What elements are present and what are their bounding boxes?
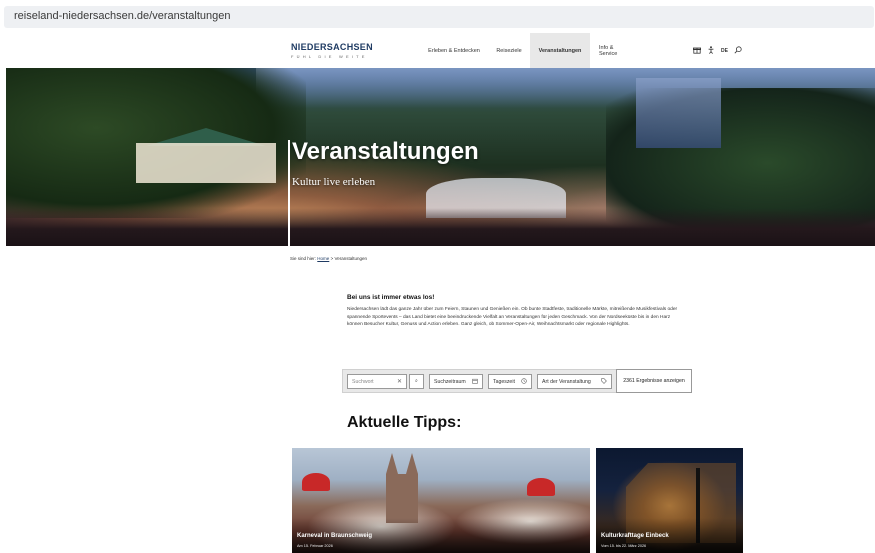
breadcrumb-home-link[interactable]: Home <box>317 256 329 261</box>
search-icon[interactable] <box>734 46 742 56</box>
keyword-placeholder: Suchwort <box>352 378 374 385</box>
card-image-hat <box>527 478 555 496</box>
intro-heading: Bei uns ist immer etwas los! <box>347 294 435 301</box>
nav-item-erleben[interactable]: Erleben & Entdecken <box>418 33 490 68</box>
accessibility-icon[interactable] <box>707 46 715 56</box>
breadcrumb-prefix: Sie sind hier: <box>290 256 317 261</box>
breadcrumb-current: Veranstaltungen <box>334 256 367 261</box>
tip-card-title[interactable]: Kulturkrafttage Einbeck <box>601 533 669 539</box>
card-image-church <box>386 453 418 523</box>
intro-text: Niedersachsen lädt das ganze Jahr über z… <box>347 307 678 328</box>
hero-banner: Veranstaltungen Kultur live erleben <box>6 68 875 246</box>
tip-card-date: Am 15. Februar 2026 <box>297 544 333 548</box>
period-select[interactable]: Suchzeitraum <box>429 374 483 389</box>
card-image-hat <box>302 473 330 491</box>
breadcrumb-separator: > <box>330 256 334 261</box>
daytime-select[interactable]: Tageszeit <box>488 374 532 389</box>
gift-icon[interactable] <box>693 46 701 56</box>
clear-icon[interactable]: ✕ <box>397 378 402 385</box>
header-icons: DE <box>693 46 742 56</box>
tip-card-kulturkrafttage[interactable]: Kulturkrafttage Einbeck Vom 15. bis 22. … <box>596 448 743 553</box>
event-filter-bar: Suchwort ✕ ⌕ Suchzeitraum Tageszeit Art … <box>342 369 692 393</box>
period-label: Suchzeitraum <box>434 378 466 385</box>
site-logo[interactable]: NIEDERSACHSEN FÜHL DIE WEITE <box>291 42 373 59</box>
search-icon: ⌕ <box>415 378 418 384</box>
tag-icon <box>601 377 607 386</box>
tip-card-karneval[interactable]: Karneval in Braunschweig Am 15. Februar … <box>292 448 590 553</box>
nav-item-reiseziele[interactable]: Reiseziele <box>489 33 529 68</box>
url-text[interactable]: reiseland-niedersachsen.de/veranstaltung… <box>14 10 230 22</box>
address-bar[interactable]: reiseland-niedersachsen.de/veranstaltung… <box>4 6 874 28</box>
logo-tagline: FÜHL DIE WEITE <box>291 54 368 59</box>
nav-item-veranstaltungen[interactable]: Veranstaltungen <box>530 33 590 68</box>
event-type-label: Art der Veranstaltung <box>542 378 591 385</box>
hero-title: Veranstaltungen <box>292 138 479 165</box>
breadcrumb: Sie sind hier: Home > Veranstaltungen <box>290 256 367 261</box>
hero-crowd <box>6 208 875 246</box>
event-type-select[interactable]: Art der Veranstaltung <box>537 374 612 389</box>
clock-icon <box>521 377 527 386</box>
hero-pavilion <box>136 143 276 183</box>
hero-accent-bar <box>288 140 290 246</box>
language-switch[interactable]: DE <box>721 48 728 54</box>
tips-heading: Aktuelle Tipps: <box>347 414 462 431</box>
keyword-input[interactable]: Suchwort ✕ <box>347 374 407 389</box>
daytime-label: Tageszeit <box>493 378 515 385</box>
hero-tower <box>636 78 721 148</box>
logo-wordmark: NIEDERSACHSEN <box>291 42 373 52</box>
show-results-button[interactable]: 2361 Ergebnisse anzeigen <box>616 369 692 393</box>
tip-card-title[interactable]: Karneval in Braunschweig <box>297 533 372 539</box>
calendar-icon <box>472 378 478 386</box>
nav-item-info-service[interactable]: Info & Service <box>591 33 641 68</box>
hero-subtitle: Kultur live erleben <box>292 176 376 188</box>
keyword-search-button[interactable]: ⌕ <box>409 374 424 389</box>
tip-card-date: Vom 15. bis 22. März 2026 <box>601 544 647 548</box>
site-header: NIEDERSACHSEN FÜHL DIE WEITE Erleben & E… <box>0 33 875 68</box>
